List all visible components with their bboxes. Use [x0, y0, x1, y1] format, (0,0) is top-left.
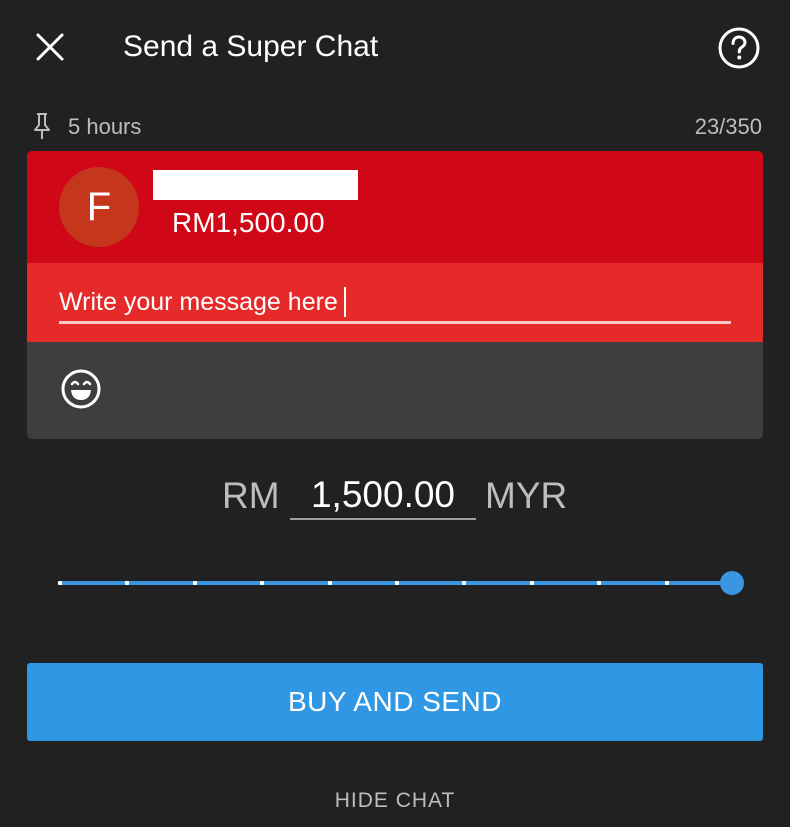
amount-input[interactable] — [290, 472, 476, 520]
pin-duration: 5 hours — [68, 114, 142, 139]
slider-tick — [664, 581, 669, 585]
slider-tick — [395, 581, 399, 585]
character-count: 23/350 — [694, 114, 762, 139]
dialog-title: Send a Super Chat — [123, 30, 379, 63]
help-circle-icon[interactable] — [717, 26, 761, 70]
amount-slider[interactable] — [56, 568, 746, 598]
currency-prefix: RM — [222, 475, 280, 516]
card-message-area — [27, 263, 763, 342]
card-amount: RM1,500.00 — [172, 207, 325, 238]
slider-tick — [529, 581, 534, 585]
smiley-icon[interactable] — [59, 367, 103, 411]
currency-code: MYR — [485, 475, 568, 516]
text-caret — [344, 287, 346, 317]
avatar: F — [59, 167, 139, 247]
slider-tick — [192, 581, 197, 585]
slider-tick — [597, 581, 602, 585]
message-input[interactable] — [59, 283, 731, 324]
slider-tick — [125, 581, 130, 585]
pin-icon — [30, 112, 54, 140]
card-header: F RM1,500.00 — [27, 151, 763, 263]
buy-and-send-button[interactable]: BUY AND SEND — [27, 663, 763, 741]
redacted-username — [153, 170, 358, 200]
slider-tick — [462, 581, 467, 585]
super-chat-dialog: Send a Super Chat 5 hours 23/350 F RM1,5… — [0, 0, 790, 827]
slider-thumb[interactable] — [720, 571, 744, 595]
super-chat-card: F RM1,500.00 — [27, 151, 763, 439]
close-icon[interactable] — [30, 27, 70, 67]
slider-tick — [327, 581, 332, 585]
slider-tick — [58, 581, 62, 585]
slider-tick — [260, 581, 265, 585]
hide-chat-button[interactable]: HIDE CHAT — [0, 787, 790, 815]
